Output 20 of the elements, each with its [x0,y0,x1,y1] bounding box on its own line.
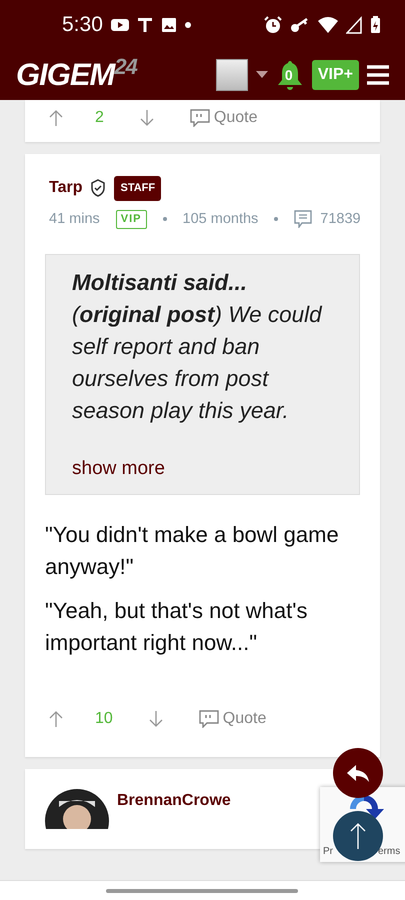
post-count: 71839 [320,210,361,228]
recaptcha-text: Pr [323,845,333,859]
post-paragraph: "You didn't make a bowl game anyway!" [45,520,340,581]
notification-count: 0 [284,66,293,85]
vote-count: 10 [95,708,113,729]
status-time: 5:30 [62,12,103,38]
staff-badge: STAFF [114,176,162,200]
author-name[interactable]: Tarp [49,176,82,200]
site-logo[interactable]: GIGEM$^{24}$ [16,52,208,98]
quote-button[interactable]: Quote [190,106,258,130]
author-name[interactable]: BrennanCrowe [117,788,231,829]
post-time: 41 mins [49,210,100,228]
vote-count: 2 [95,108,104,128]
post-paragraph: "Yeah, but that's not what's important right now..." [45,596,308,657]
show-more-link[interactable]: show more [72,455,333,484]
quoted-text: Moltisanti said... (original post) We could self report and ban ourselves from post season play this year. [72,269,324,426]
quote-button[interactable]: Quote [198,706,266,731]
member-tenure: 105 months [182,210,258,228]
vip-tag: VIP [116,210,147,229]
recaptcha-text: erms [378,845,400,859]
